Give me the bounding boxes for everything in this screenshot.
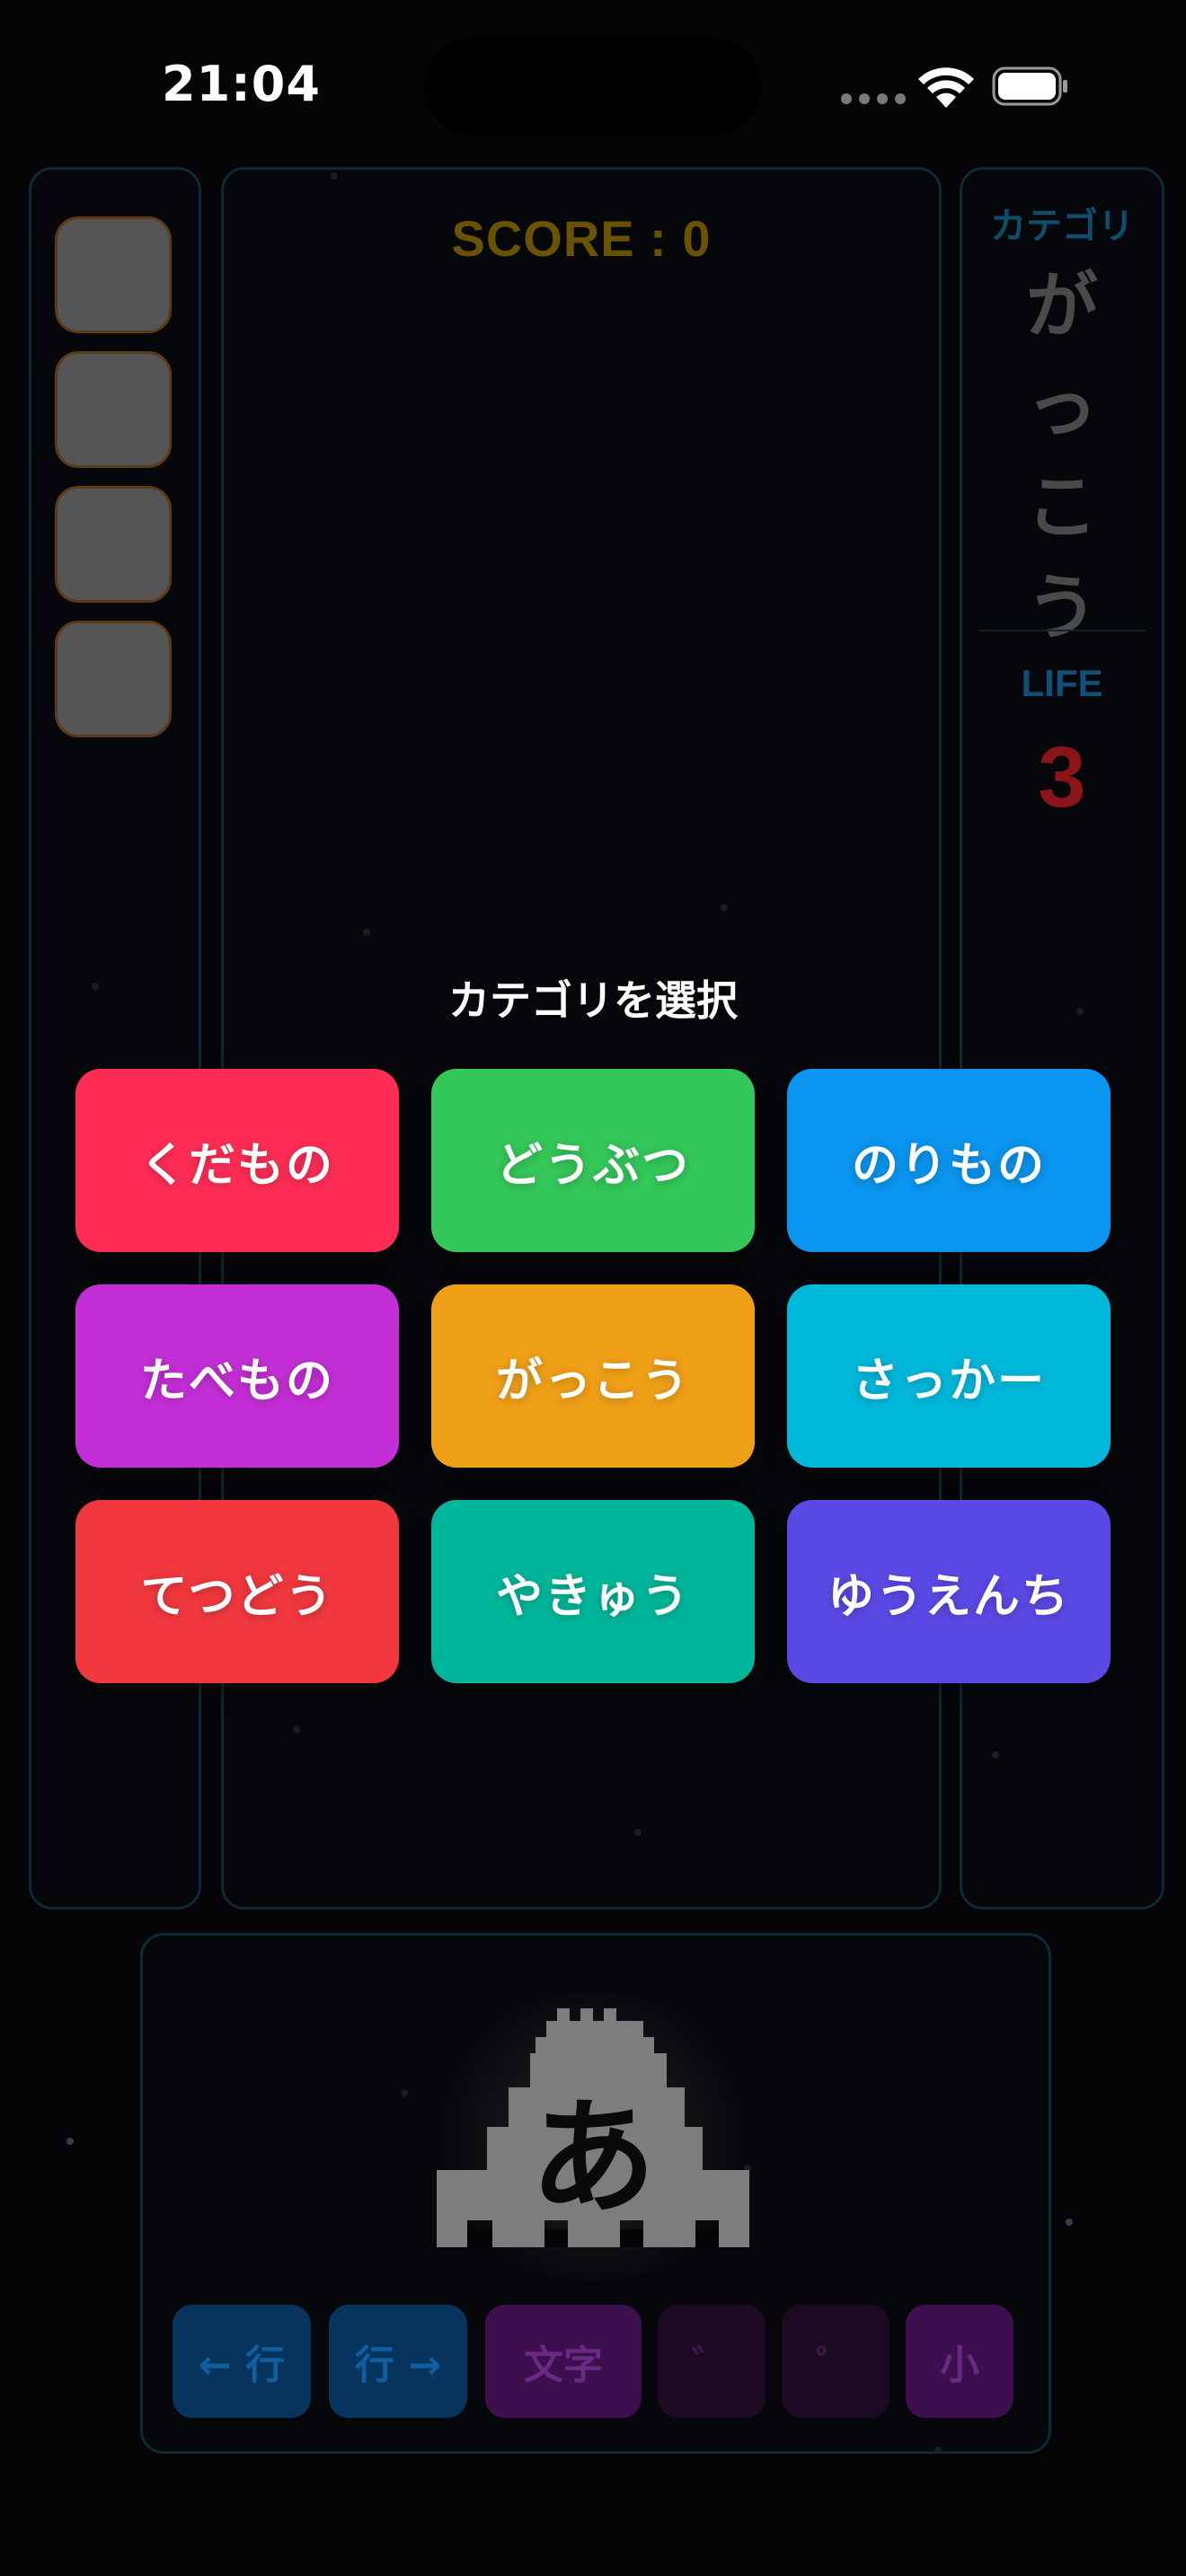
- next-piece-slot: [55, 486, 172, 603]
- dynamic-island: [424, 38, 762, 135]
- small-kana-button[interactable]: 小: [906, 2305, 1013, 2418]
- category-button-baseball[interactable]: やきゅう: [431, 1500, 755, 1683]
- category-char: こ: [1026, 465, 1098, 549]
- wifi-icon: [918, 67, 974, 108]
- status-time: 21:04: [162, 56, 321, 112]
- category-char: が: [1026, 264, 1098, 348]
- current-category: が っ こ う: [962, 256, 1162, 658]
- next-piece-slot: [55, 216, 172, 333]
- score-display: SCORE : 0: [451, 210, 712, 267]
- category-button-animals[interactable]: どうぶつ: [431, 1069, 755, 1252]
- current-character: あ: [529, 2086, 656, 2232]
- category-button-foods[interactable]: たべもの: [75, 1284, 399, 1468]
- category-button-amusement-park[interactable]: ゆうえんち: [787, 1500, 1111, 1683]
- category-select-title: カテゴリを選択: [448, 976, 738, 1025]
- category-button-soccer[interactable]: さっかー: [787, 1284, 1111, 1468]
- cellular-signal-icon: [841, 93, 906, 104]
- next-piece-slot: [55, 351, 172, 468]
- next-row-button[interactable]: 行 →: [329, 2305, 467, 2418]
- prev-row-button[interactable]: ← 行: [173, 2305, 311, 2418]
- life-count: 3: [1038, 729, 1086, 825]
- next-piece-slot: [55, 621, 172, 737]
- category-button-school[interactable]: がっこう: [431, 1284, 755, 1468]
- category-char: う: [1026, 566, 1098, 649]
- dakuten-button[interactable]: ゛: [658, 2305, 766, 2418]
- category-label: カテゴリ: [990, 206, 1134, 247]
- battery-icon: [992, 66, 1067, 106]
- category-button-fruits[interactable]: くだもの: [75, 1069, 399, 1252]
- category-char: っ: [1026, 365, 1098, 448]
- handakuten-button[interactable]: ゜: [782, 2305, 890, 2418]
- category-button-vehicles[interactable]: のりもの: [787, 1069, 1111, 1252]
- category-button-railway[interactable]: てつどう: [75, 1500, 399, 1683]
- background-star: [1066, 2219, 1073, 2226]
- life-label: LIFE: [1021, 662, 1103, 704]
- background-star: [66, 2138, 74, 2145]
- character-button[interactable]: 文字: [485, 2305, 642, 2418]
- divider: [978, 630, 1146, 631]
